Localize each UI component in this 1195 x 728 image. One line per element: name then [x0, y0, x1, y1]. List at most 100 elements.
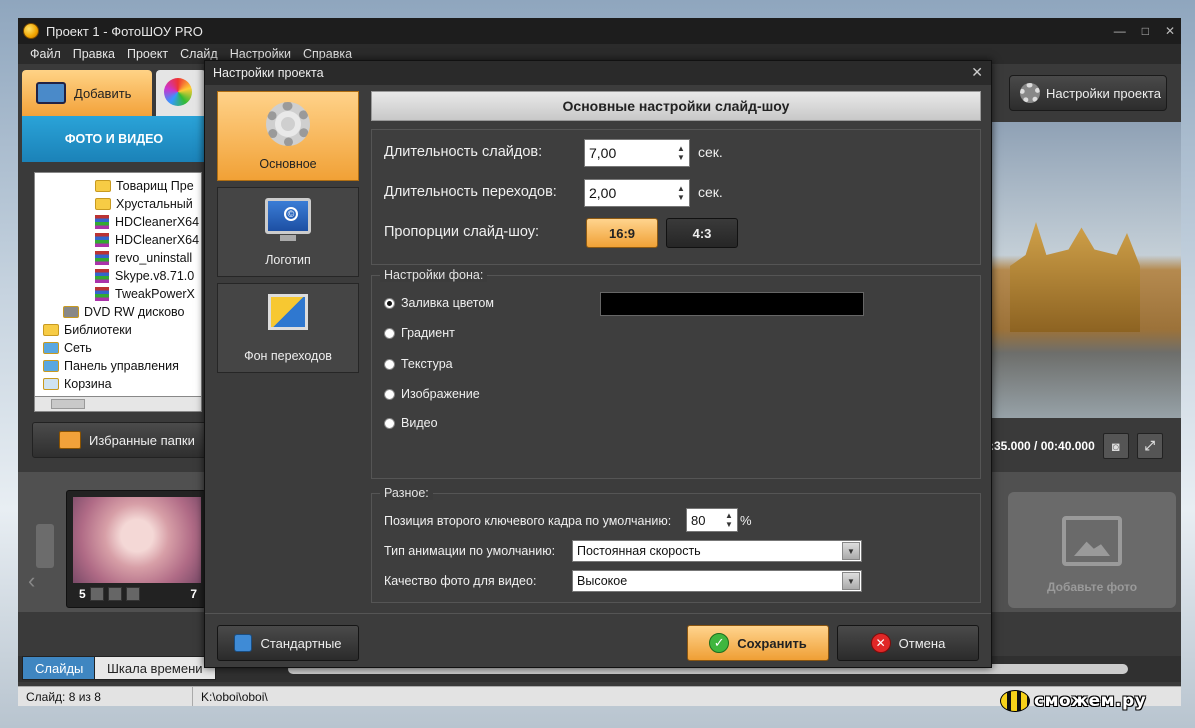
app-logo-icon	[23, 23, 39, 39]
add-photo-placeholder[interactable]: Добавьте фото	[1008, 492, 1176, 608]
menu-project[interactable]: Проект	[121, 47, 174, 61]
folder-tree[interactable]: Товарищ Пре Хрустальный HDCleanerX64 HDClea…	[34, 172, 202, 412]
defaults-button[interactable]: Стандартные	[217, 625, 359, 661]
slide-duration-input[interactable]: 7,00 ▲ ▼	[584, 139, 690, 167]
tree-item[interactable]: Хрустальный	[35, 195, 201, 213]
ratio-16-9-button[interactable]: 16:9	[586, 218, 658, 248]
archive-icon	[95, 287, 109, 301]
side-item-general-label: Основное	[259, 157, 317, 171]
add-photo-label: Добавьте фото	[1046, 580, 1138, 594]
tree-item-label: Библиотеки	[64, 323, 132, 337]
minimize-button[interactable]: —	[1114, 24, 1126, 38]
slide-toolbar: 5 7	[73, 585, 201, 603]
checkmark-icon: ✓	[709, 633, 730, 653]
project-settings-label: Настройки проекта	[1046, 85, 1161, 101]
side-item-general[interactable]: Основное	[217, 91, 359, 181]
chevron-left-icon[interactable]: ‹	[28, 568, 35, 594]
spinner-arrows-icon[interactable]: ▲ ▼	[673, 140, 689, 166]
menu-settings[interactable]: Настройки	[224, 47, 297, 61]
tree-item[interactable]: revo_uninstall	[35, 249, 201, 267]
maximize-button[interactable]: □	[1142, 24, 1149, 38]
tree-item[interactable]: Библиотеки	[35, 321, 201, 339]
side-item-transitions-bg[interactable]: Фон переходов	[217, 283, 359, 373]
menu-file[interactable]: Файл	[18, 47, 67, 61]
tree-item[interactable]: Товарищ Пре	[35, 177, 201, 195]
bg-group-title: Настройки фона:	[380, 268, 488, 282]
tab-add[interactable]: Добавить	[22, 70, 152, 116]
tree-item[interactable]: Skype.v8.71.0	[35, 267, 201, 285]
transition-duration-input[interactable]: 2,00 ▲ ▼	[584, 179, 690, 207]
reset-gear-icon	[234, 634, 253, 652]
radio-button[interactable]	[384, 417, 395, 429]
close-window-button[interactable]: ✕	[1165, 24, 1175, 38]
tree-item[interactable]: Сеть	[35, 339, 201, 357]
animation-type-select[interactable]: Постоянная скорость ▼	[572, 540, 862, 562]
radio-texture[interactable]: Текстура	[384, 357, 453, 371]
chevron-down-icon[interactable]: ▼	[842, 542, 860, 560]
strip-scroll-left[interactable]	[36, 524, 54, 568]
sound-icon[interactable]	[125, 587, 140, 601]
radio-fill-color[interactable]: Заливка цветом	[384, 296, 494, 310]
spinner-arrows-icon[interactable]: ▲ ▼	[721, 509, 737, 531]
radio-button[interactable]	[384, 388, 395, 400]
ratio-4-3-button[interactable]: 4:3	[666, 218, 738, 248]
slide-thumbnail[interactable]: 5 7	[66, 490, 206, 608]
tree-item[interactable]: Панель управления	[35, 357, 201, 375]
radio-button[interactable]	[384, 327, 395, 339]
tree-horizontal-scrollbar[interactable]	[34, 396, 202, 412]
radio-gradient-label: Градиент	[401, 326, 455, 340]
side-item-transitions-label: Фон переходов	[244, 349, 332, 363]
background-settings-group: Настройки фона: Заливка цветом Градиент …	[371, 268, 981, 479]
radio-button[interactable]	[384, 358, 395, 370]
folder-icon	[43, 324, 59, 336]
spinner-arrows-icon[interactable]: ▲ ▼	[673, 180, 689, 206]
radio-button[interactable]	[384, 297, 395, 309]
slide-duration-label: Длительность слайдов:	[384, 144, 543, 160]
archive-icon	[95, 269, 109, 283]
tree-item[interactable]: DVD RW дисково	[35, 303, 201, 321]
radio-image[interactable]: Изображение	[384, 387, 480, 401]
project-settings-button[interactable]: Настройки проекта	[1009, 75, 1167, 111]
favorite-folders-button[interactable]: Избранные папки	[32, 422, 207, 458]
edit-pencil-icon[interactable]	[89, 587, 104, 601]
slide-number: 5	[79, 587, 86, 601]
snapshot-camera-icon[interactable]: ◙	[1102, 433, 1129, 459]
tree-item-label: HDCleanerX64	[115, 233, 200, 247]
tree-item[interactable]: HDCleanerX64	[35, 213, 201, 231]
tab-timeline[interactable]: Шкала времени	[94, 656, 216, 680]
fullscreen-icon[interactable]: ⤢	[1136, 433, 1163, 459]
save-button[interactable]: ✓ Сохранить	[687, 625, 829, 661]
menu-edit[interactable]: Правка	[67, 47, 121, 61]
side-item-logo[interactable]: © Логотип	[217, 187, 359, 277]
tree-item[interactable]: HDCleanerX64	[35, 231, 201, 249]
menu-help[interactable]: Справка	[297, 47, 358, 61]
slide-duration-unit: сек.	[698, 144, 723, 160]
radio-gradient[interactable]: Градиент	[384, 326, 455, 340]
dialog-close-icon[interactable]: ✕	[971, 64, 983, 81]
cancel-button-label: Отмена	[898, 635, 946, 651]
photo-quality-select[interactable]: Высокое ▼	[572, 570, 862, 592]
transition-duration-value: 2,00	[589, 185, 617, 201]
radio-video[interactable]: Видео	[384, 416, 438, 430]
tree-item[interactable]: TweakPowerX	[35, 285, 201, 303]
chevron-down-icon[interactable]: ▼	[842, 572, 860, 590]
tab-effects[interactable]	[156, 70, 206, 116]
tree-item-label: Хрустальный	[116, 197, 193, 211]
menu-slide[interactable]: Слайд	[174, 47, 224, 61]
tab-slides[interactable]: Слайды	[22, 656, 97, 680]
transition-duration-label: Длительность переходов:	[384, 184, 557, 200]
image-placeholder-icon	[1062, 516, 1122, 566]
tree-item[interactable]: Корзина	[35, 375, 201, 393]
palette-icon	[164, 78, 192, 106]
bg-color-swatch[interactable]	[600, 292, 864, 316]
app-title-bar: Проект 1 - ФотоШОУ PRO — □ ✕	[18, 18, 1181, 44]
scrollbar-thumb[interactable]	[51, 399, 85, 409]
keyframe-input[interactable]: 80 ▲ ▼	[686, 508, 738, 532]
playback-time: :35.000 / 00:40.000	[990, 439, 1095, 453]
cancel-button[interactable]: ✕ Отмена	[837, 625, 979, 661]
bee-logo-icon	[1000, 690, 1030, 712]
radio-video-label: Видео	[401, 416, 438, 430]
photo-video-header: ФОТО И ВИДЕО	[22, 116, 206, 162]
zoom-icon[interactable]	[107, 587, 122, 601]
tree-item-label: Сеть	[64, 341, 92, 355]
